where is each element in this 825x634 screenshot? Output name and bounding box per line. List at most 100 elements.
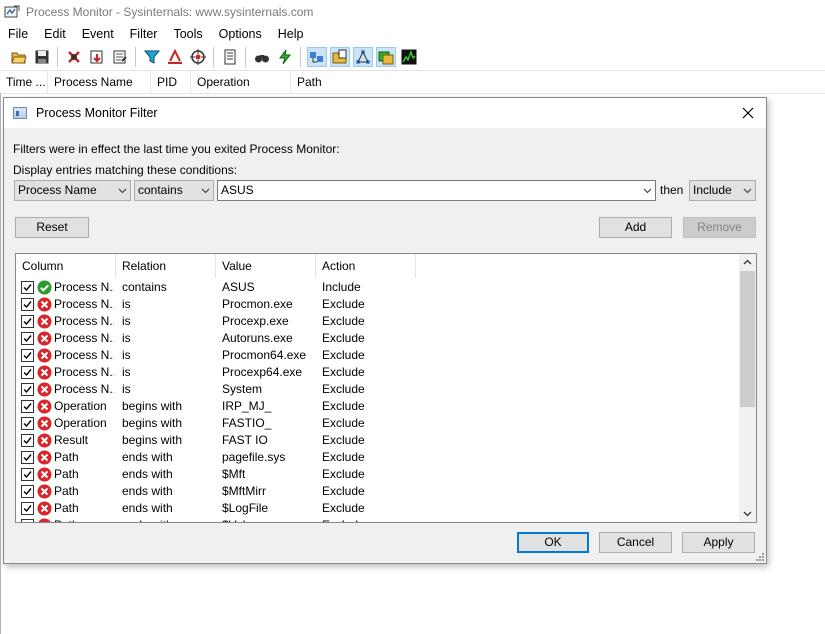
- filter-icon[interactable]: [142, 47, 162, 67]
- menu-event[interactable]: Event: [74, 27, 122, 41]
- column-operation[interactable]: Operation: [191, 71, 291, 93]
- checkmark-icon: [23, 301, 32, 309]
- cancel-button[interactable]: Cancel: [599, 532, 672, 553]
- target-icon[interactable]: [188, 47, 208, 67]
- row-checkbox[interactable]: [21, 417, 34, 430]
- apply-button[interactable]: Apply: [682, 532, 755, 553]
- filter-row[interactable]: Path ends with $LogFile Exclude: [16, 500, 736, 517]
- filter-row[interactable]: Path ends with $Volume Exclude: [16, 517, 736, 522]
- filter-row[interactable]: Operation begins with IRP_MJ_ Exclude: [16, 398, 736, 415]
- profiling-icon[interactable]: [399, 47, 419, 67]
- clear-icon[interactable]: [110, 47, 130, 67]
- file-activity-icon[interactable]: [329, 47, 350, 67]
- column-time[interactable]: Time ...: [0, 71, 48, 93]
- row-value: Autoruns.exe: [222, 331, 293, 345]
- filter-row[interactable]: Path ends with pagefile.sys Exclude: [16, 449, 736, 466]
- row-action: Exclude: [322, 416, 365, 430]
- remove-button[interactable]: Remove: [683, 217, 756, 238]
- row-action: Exclude: [322, 450, 365, 464]
- scroll-down-icon[interactable]: [739, 505, 756, 522]
- menu-options[interactable]: Options: [211, 27, 270, 41]
- menu-tools[interactable]: Tools: [165, 27, 210, 41]
- row-column: Process N...: [54, 280, 114, 294]
- column-pid[interactable]: PID: [151, 71, 191, 93]
- resize-grip-icon[interactable]: [754, 551, 764, 561]
- row-checkbox[interactable]: [21, 434, 34, 447]
- row-checkbox[interactable]: [21, 349, 34, 362]
- close-icon[interactable]: [734, 100, 762, 126]
- row-checkbox[interactable]: [21, 281, 34, 294]
- menu-filter[interactable]: Filter: [122, 27, 166, 41]
- row-checkbox[interactable]: [21, 468, 34, 481]
- filter-row[interactable]: Operation begins with FASTIO_ Exclude: [16, 415, 736, 432]
- autoscroll-icon[interactable]: [87, 47, 107, 67]
- process-tree-icon[interactable]: [220, 47, 240, 67]
- filter-row[interactable]: Process N... is Procmon.exe Exclude: [16, 296, 736, 313]
- find-icon[interactable]: [252, 47, 272, 67]
- column-process-name[interactable]: Process Name: [48, 71, 151, 93]
- menu-edit[interactable]: Edit: [36, 27, 74, 41]
- toolbar-separator: [213, 47, 214, 67]
- list-scrollbar[interactable]: [739, 254, 756, 522]
- filter-row[interactable]: Path ends with $Mft Exclude: [16, 466, 736, 483]
- list-header-relation[interactable]: Relation: [116, 254, 216, 278]
- process-activity-icon[interactable]: [375, 47, 396, 67]
- filter-row[interactable]: Process N... is System Exclude: [16, 381, 736, 398]
- exclude-x-icon: [37, 501, 52, 516]
- row-action: Exclude: [322, 467, 365, 481]
- scrollbar-thumb[interactable]: [740, 271, 755, 407]
- row-checkbox[interactable]: [21, 332, 34, 345]
- filter-row[interactable]: Process N... is Procmon64.exe Exclude: [16, 347, 736, 364]
- column-path[interactable]: Path: [291, 71, 825, 93]
- row-checkbox[interactable]: [21, 502, 34, 515]
- row-column: Process N...: [54, 331, 114, 345]
- filter-row[interactable]: Process N... is Autoruns.exe Exclude: [16, 330, 736, 347]
- toolbar: [0, 44, 825, 71]
- capture-icon[interactable]: [64, 47, 84, 67]
- filter-list-header: Column Relation Value Action: [16, 254, 416, 278]
- row-checkbox[interactable]: [21, 451, 34, 464]
- relation-select[interactable]: contains: [134, 180, 214, 201]
- row-relation: ends with: [122, 484, 173, 498]
- jump-icon[interactable]: [275, 47, 295, 67]
- row-checkbox[interactable]: [21, 400, 34, 413]
- row-checkbox[interactable]: [21, 383, 34, 396]
- filter-row[interactable]: Process N... contains ASUS Include: [16, 279, 736, 296]
- reset-button[interactable]: Reset: [15, 217, 89, 238]
- open-icon[interactable]: [9, 47, 29, 67]
- list-header-column[interactable]: Column: [16, 254, 116, 278]
- row-column: Operation: [54, 416, 107, 430]
- row-checkbox[interactable]: [21, 298, 34, 311]
- menu-help[interactable]: Help: [270, 27, 312, 41]
- add-button[interactable]: Add: [599, 217, 672, 238]
- action-select-value: Include: [693, 183, 732, 197]
- highlight-icon[interactable]: [165, 47, 185, 67]
- action-select[interactable]: Include: [689, 180, 756, 201]
- event-list-header: Time ... Process Name PID Operation Path: [0, 71, 825, 94]
- column-select[interactable]: Process Name: [14, 180, 131, 201]
- list-header-action[interactable]: Action: [316, 254, 416, 278]
- save-icon[interactable]: [32, 47, 52, 67]
- row-relation: begins with: [122, 433, 183, 447]
- menu-file[interactable]: File: [0, 27, 36, 41]
- row-checkbox[interactable]: [21, 519, 34, 522]
- value-combo-input[interactable]: ASUS: [217, 180, 656, 201]
- row-checkbox[interactable]: [21, 485, 34, 498]
- exclude-x-icon: [37, 297, 52, 312]
- row-column: Process N...: [54, 297, 114, 311]
- scroll-up-icon[interactable]: [739, 254, 756, 271]
- filter-row[interactable]: Process N... is Procexp64.exe Exclude: [16, 364, 736, 381]
- row-checkbox[interactable]: [21, 315, 34, 328]
- row-value: pagefile.sys: [222, 450, 286, 464]
- ok-button[interactable]: OK: [517, 532, 589, 553]
- row-checkbox[interactable]: [21, 366, 34, 379]
- row-relation: ends with: [122, 467, 173, 481]
- exclude-x-icon: [37, 314, 52, 329]
- filter-row[interactable]: Path ends with $MftMirr Exclude: [16, 483, 736, 500]
- filter-list[interactable]: Column Relation Value Action Process N..…: [15, 253, 757, 523]
- filter-row[interactable]: Process N... is Procexp.exe Exclude: [16, 313, 736, 330]
- list-header-value[interactable]: Value: [216, 254, 316, 278]
- registry-activity-icon[interactable]: [306, 47, 327, 67]
- filter-row[interactable]: Result begins with FAST IO Exclude: [16, 432, 736, 449]
- network-activity-icon[interactable]: [352, 47, 373, 67]
